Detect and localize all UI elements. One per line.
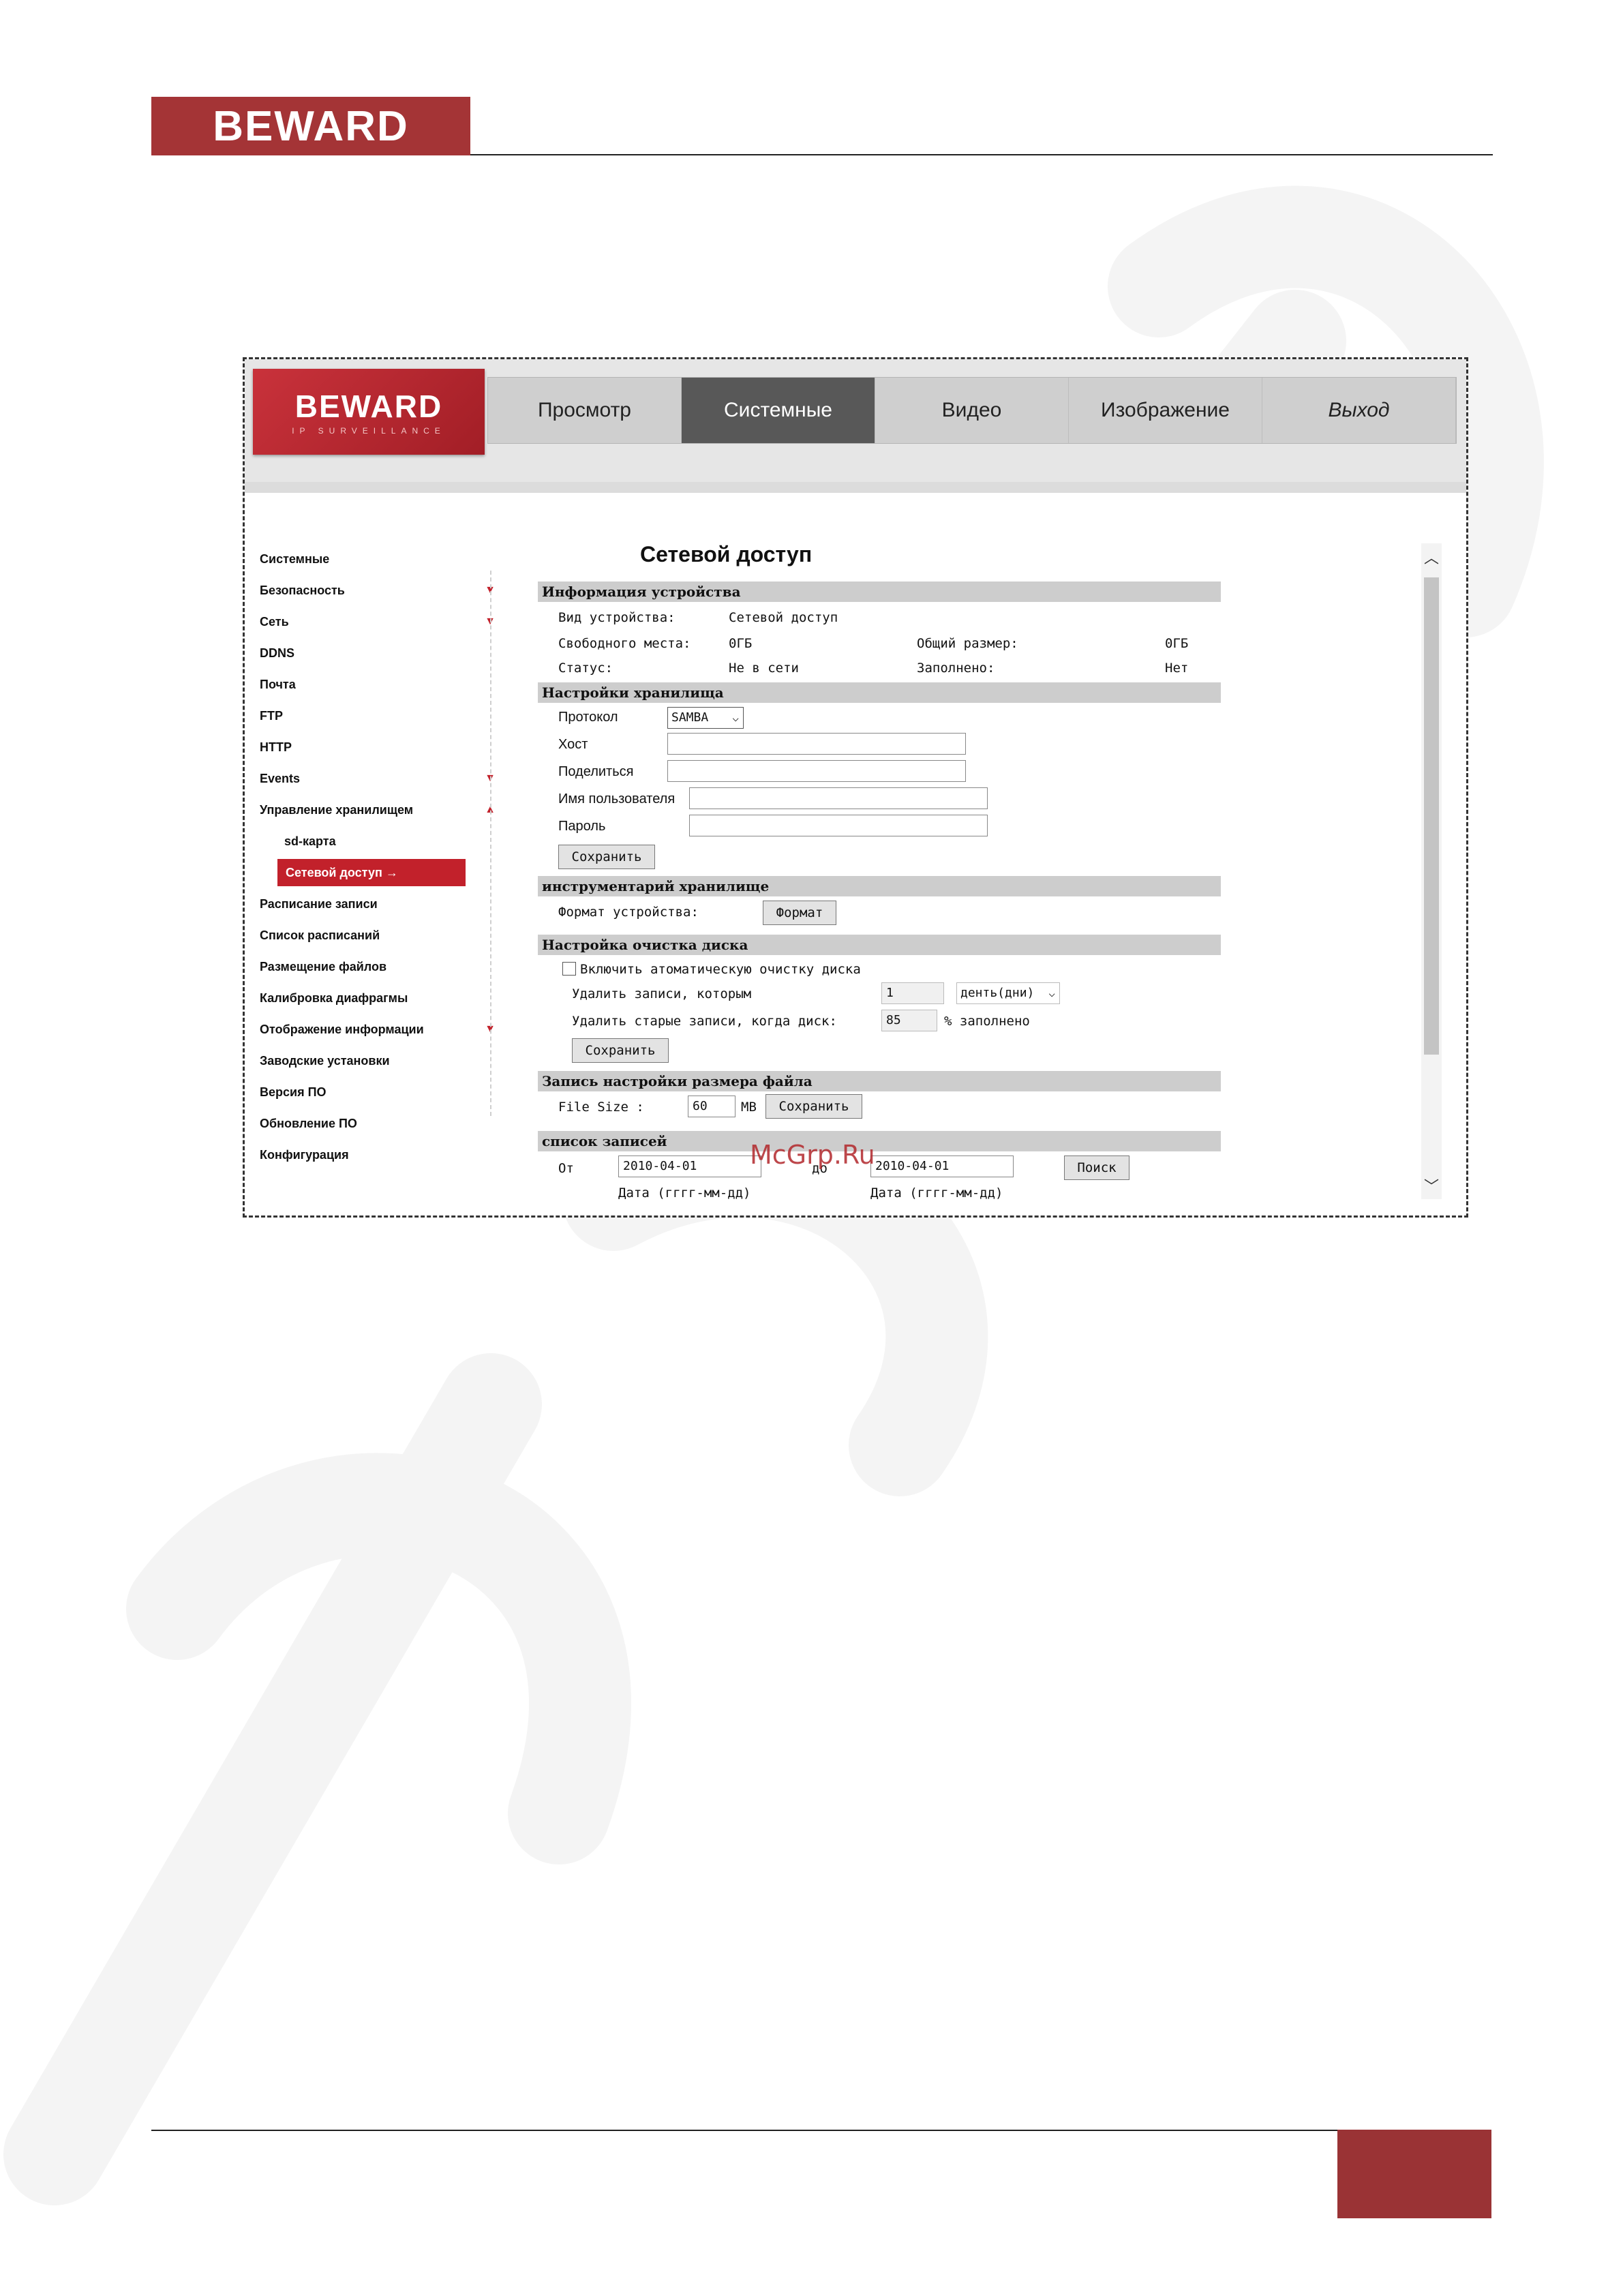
from-label: От (558, 1161, 574, 1176)
percent-full-label: % заполнено (944, 1014, 1030, 1029)
sidebar-item-ftp[interactable]: FTP (260, 700, 498, 731)
password-label: Пароль (558, 819, 606, 834)
sidebar-item-sd-card[interactable]: sd-карта (260, 826, 498, 857)
section-storage-tools: инструментарий хранилище (538, 876, 1221, 896)
sidebar-item-system[interactable]: Системные (260, 543, 498, 575)
header-rule (470, 154, 1493, 155)
section-device-info: Информация устройства (538, 581, 1221, 602)
section-disk-cleanup: Настройка очистка диска (538, 935, 1221, 955)
chevron-down-icon: ⌵ (732, 711, 739, 724)
percent-input[interactable]: 85 (881, 1010, 937, 1031)
sidebar-item-iris-calibration[interactable]: Калибровка диафрагмы (260, 982, 498, 1014)
file-size-label: File Size : (558, 1100, 644, 1115)
auto-cleanup-checkbox[interactable] (562, 962, 576, 976)
overlay-watermark-text: McGrp.Ru (750, 1140, 875, 1170)
sidebar-item-storage[interactable]: Управление хранилищем ▲ (260, 794, 498, 826)
tab-image[interactable]: Изображение (1069, 378, 1262, 443)
full-label: Заполнено: (917, 661, 995, 676)
sidebar-item-firmware-version[interactable]: Версия ПО (260, 1076, 498, 1108)
share-label: Поделиться (558, 764, 634, 779)
sidebar-item-file-location[interactable]: Размещение файлов (260, 951, 498, 982)
host-label: Хост (558, 737, 588, 752)
section-record-list: список записей (538, 1131, 1221, 1151)
auto-cleanup-label: Включить атоматическую очистку диска (580, 962, 861, 977)
sidebar-item-security[interactable]: Безопасность ▼ (260, 575, 498, 606)
sidebar-item-events[interactable]: Events ▼ (260, 763, 498, 794)
chevron-up-icon[interactable]: ︿ (1424, 546, 1439, 568)
chevron-down-icon: ⌵ (1048, 986, 1055, 999)
sidebar-item-http[interactable]: HTTP (260, 731, 498, 763)
sidebar-item-schedule-list[interactable]: Список расписаний (260, 920, 498, 951)
old-records-label: Удалить старые записи, когда диск: (572, 1014, 837, 1029)
sidebar: Системные Безопасность ▼ Сеть ▼ DDNS Почта… (260, 543, 498, 1170)
storage-save-button[interactable]: Сохранить (558, 845, 655, 869)
protocol-label: Протокол (558, 710, 618, 725)
format-button[interactable]: Формат (763, 901, 836, 925)
free-space-value: 0ГБ (729, 636, 753, 651)
share-input[interactable] (667, 760, 966, 782)
username-label: Имя пользователя (558, 791, 676, 806)
scrollbar-thumb[interactable] (1424, 577, 1439, 1055)
password-input[interactable] (689, 815, 988, 836)
sidebar-item-configuration[interactable]: Конфигурация (260, 1139, 498, 1170)
tab-video[interactable]: Видео (875, 378, 1069, 443)
sidebar-item-firmware-update[interactable]: Обновление ПО (260, 1108, 498, 1139)
sidebar-item-record-schedule[interactable]: Расписание записи (260, 888, 498, 920)
section-storage-settings: Настройки хранилища (538, 682, 1221, 703)
chevron-down-icon[interactable]: ﹀ (1424, 1175, 1439, 1196)
from-date-input[interactable]: 2010-04-01 (618, 1155, 761, 1177)
cleanup-save-button[interactable]: Сохранить (572, 1038, 669, 1063)
file-size-input[interactable]: 60 (688, 1096, 735, 1117)
screenshot-frame: BEWARD IP SURVEILLANCE Просмотр Системны… (243, 357, 1468, 1218)
search-button[interactable]: Поиск (1064, 1155, 1129, 1180)
document-logo: BEWARD (151, 97, 470, 155)
sidebar-item-network-access[interactable]: Сетевой доступ → (277, 859, 466, 886)
status-value: Не в сети (729, 661, 799, 676)
main-nav: Просмотр Системные Видео Изображение Вых… (487, 377, 1457, 444)
footer-rule (151, 2130, 1337, 2131)
format-device-label: Формат устройства: (558, 905, 699, 920)
sidebar-item-info-display[interactable]: Отображение информации ▼ (260, 1014, 498, 1045)
total-size-value: 0ГБ (1165, 636, 1189, 651)
sidebar-item-factory-defaults[interactable]: Заводские установки (260, 1045, 498, 1076)
tab-logout[interactable]: Выход (1262, 378, 1456, 443)
username-input[interactable] (689, 787, 988, 809)
to-date-input[interactable]: 2010-04-01 (870, 1155, 1014, 1177)
section-file-size: Запись настройки размера файла (538, 1071, 1221, 1091)
full-value: Нет (1165, 661, 1189, 676)
status-label: Статус: (558, 661, 613, 676)
app-logo: BEWARD IP SURVEILLANCE (253, 369, 485, 455)
sidebar-item-network[interactable]: Сеть ▼ (260, 606, 498, 637)
from-date-hint: Дата (гггг-мм-дд) (618, 1185, 751, 1200)
page-title: Сетевой доступ (640, 542, 813, 567)
device-type-value: Сетевой доступ (729, 610, 838, 625)
sidebar-divider (490, 571, 491, 1116)
sidebar-item-ddns[interactable]: DDNS (260, 637, 498, 669)
delete-records-label: Удалить записи, которым (572, 986, 752, 1001)
device-type-label: Вид устройства: (558, 610, 676, 625)
footer-box (1337, 2130, 1491, 2218)
host-input[interactable] (667, 733, 966, 755)
scrollbar[interactable]: ︿ ﹀ (1421, 543, 1442, 1199)
days-input[interactable]: 1 (881, 982, 944, 1004)
file-size-unit: MB (741, 1100, 757, 1115)
free-space-label: Свободного места: (558, 636, 691, 651)
days-unit-select[interactable]: денть(дни) ⌵ (956, 982, 1060, 1004)
to-date-hint: Дата (гггг-мм-дд) (870, 1185, 1003, 1200)
tab-preview[interactable]: Просмотр (488, 378, 682, 443)
file-size-save-button[interactable]: Сохранить (765, 1094, 862, 1119)
protocol-select[interactable]: SAMBA ⌵ (667, 707, 744, 729)
total-size-label: Общий размер: (917, 636, 1018, 651)
sidebar-item-mail[interactable]: Почта (260, 669, 498, 700)
tab-system[interactable]: Системные (682, 378, 875, 443)
arrow-right-icon: → (385, 866, 398, 879)
